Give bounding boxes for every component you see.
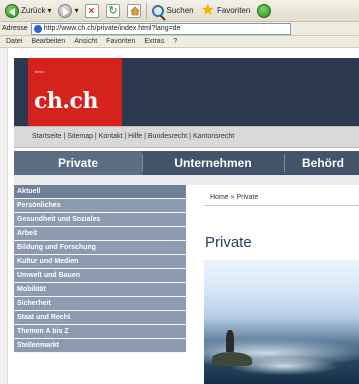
forward-button[interactable]: ▾ xyxy=(56,2,80,20)
history-button[interactable] xyxy=(255,2,273,20)
search-label: Suchen xyxy=(166,6,194,15)
star-icon: ★ xyxy=(200,1,215,19)
hero-image xyxy=(204,260,359,384)
menu-item-help[interactable]: ? xyxy=(173,38,177,45)
refresh-button[interactable]: ↻ xyxy=(104,2,122,20)
hero-figure xyxy=(226,330,234,352)
breadcrumb-divider xyxy=(204,205,359,206)
sidebar-item-persoenliches[interactable]: Persönliches xyxy=(14,199,186,213)
link-sitemap[interactable]: Sitemap xyxy=(67,133,93,140)
main-nav: Private Unternehmen Behörd xyxy=(14,151,359,175)
sidebar-item-stellenmarkt[interactable]: Stellenmarkt xyxy=(14,339,186,353)
sidebar-item-bildung[interactable]: Bildung und Forschung xyxy=(14,241,186,255)
sidebar-item-themen[interactable]: Themen A bis Z xyxy=(14,325,186,339)
home-icon xyxy=(127,3,142,18)
hero-rock xyxy=(212,352,252,366)
stop-button[interactable]: × xyxy=(83,2,101,20)
nav-subband xyxy=(14,175,359,185)
url-text: http://www.ch.ch/private/index.html?lang… xyxy=(43,25,181,32)
toolbar-divider xyxy=(146,2,148,19)
back-arrow-icon xyxy=(5,3,19,18)
chevron-down-icon: ▾ xyxy=(47,6,52,15)
address-label: Adresse xyxy=(2,25,28,32)
refresh-icon: ↻ xyxy=(106,3,121,18)
sidebar: Aktuell Persönliches Gesundheit und Sozi… xyxy=(14,185,186,353)
link-kantonsrecht[interactable]: Kantonsrecht xyxy=(193,133,234,140)
service-bar: Startseite | Sitemap | Kontakt | Hilfe |… xyxy=(14,126,359,148)
home-button[interactable] xyxy=(125,2,143,20)
stop-icon: × xyxy=(85,3,100,18)
nav-tab-private[interactable]: Private xyxy=(14,151,142,175)
sidebar-item-mobilitaet[interactable]: Mobilität xyxy=(14,283,186,297)
page-viewport: www ch.ch Startseite | Sitemap | Kontakt… xyxy=(0,48,359,384)
search-button[interactable]: Suchen xyxy=(150,2,195,20)
sidebar-item-arbeit[interactable]: Arbeit xyxy=(14,227,186,241)
forward-arrow-icon xyxy=(58,3,73,18)
menu-item-extras[interactable]: Extras xyxy=(144,38,164,45)
sidebar-item-aktuell[interactable]: Aktuell xyxy=(14,185,186,199)
favorites-label: Favoriten xyxy=(216,6,251,15)
breadcrumb[interactable]: Home » Private xyxy=(210,194,258,201)
menu-item-favoriten[interactable]: Favoriten xyxy=(106,38,135,45)
service-links: Startseite | Sitemap | Kontakt | Hilfe |… xyxy=(32,133,235,140)
favorites-button[interactable]: ★ Favoriten xyxy=(199,2,253,20)
menu-item-datei[interactable]: Datei xyxy=(6,38,22,45)
page-icon xyxy=(33,24,42,33)
menu-bar: Datei Bearbeiten Ansicht Favoriten Extra… xyxy=(0,36,359,48)
address-bar: Adresse http://www.ch.ch/private/index.h… xyxy=(0,22,359,36)
nav-tab-behoerden[interactable]: Behörd xyxy=(284,151,359,175)
link-startseite[interactable]: Startseite xyxy=(32,133,62,140)
back-label: Zurück xyxy=(21,6,46,15)
page-title: Private xyxy=(205,234,252,251)
logo-text: ch.ch xyxy=(34,88,98,114)
url-field[interactable]: http://www.ch.ch/private/index.html?lang… xyxy=(30,22,291,35)
menu-item-ansicht[interactable]: Ansicht xyxy=(74,38,97,45)
search-icon xyxy=(152,4,165,17)
sidebar-item-staat[interactable]: Staat und Recht xyxy=(14,311,186,325)
link-bundesrecht[interactable]: Bundesrecht xyxy=(148,133,187,140)
sidebar-item-sicherheit[interactable]: Sicherheit xyxy=(14,297,186,311)
sidebar-item-gesundheit[interactable]: Gesundheit und Soziales xyxy=(14,213,186,227)
site-logo[interactable]: www ch.ch xyxy=(28,58,122,126)
sidebar-item-kultur[interactable]: Kultur und Medien xyxy=(14,255,186,269)
sidebar-item-umwelt[interactable]: Umwelt und Bauen xyxy=(14,269,186,283)
link-hilfe[interactable]: Hilfe xyxy=(128,133,142,140)
chevron-down-icon: ▾ xyxy=(74,6,79,15)
logo-small-text: www xyxy=(35,69,45,74)
nav-tab-unternehmen[interactable]: Unternehmen xyxy=(142,151,284,175)
back-button[interactable]: Zurück ▾ xyxy=(3,2,53,20)
browser-toolbar: Zurück ▾ ▾ × ↻ Suchen ★ Favoriten xyxy=(0,0,359,22)
link-kontakt[interactable]: Kontakt xyxy=(99,133,123,140)
history-icon xyxy=(257,3,272,18)
menu-item-bearbeiten[interactable]: Bearbeiten xyxy=(31,38,65,45)
page-gutter xyxy=(0,48,8,384)
